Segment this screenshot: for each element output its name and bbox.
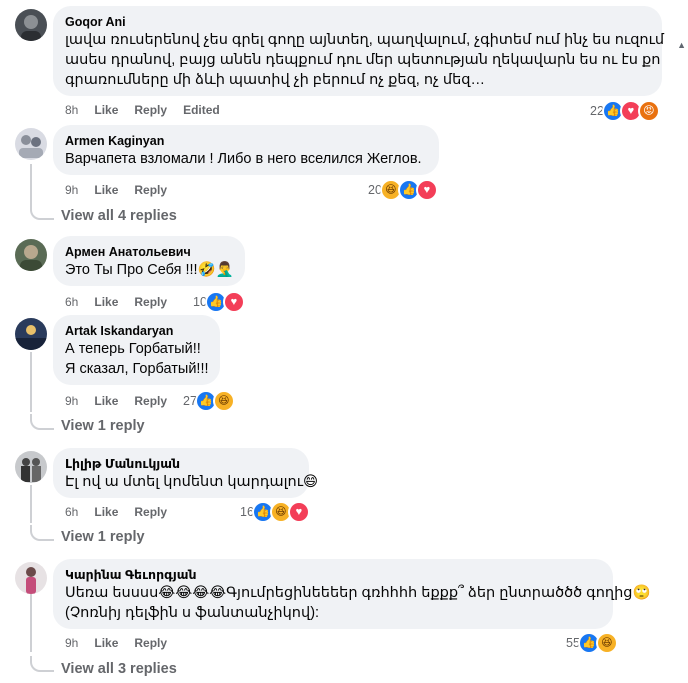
like-button[interactable]: Like <box>94 182 118 198</box>
comment-actions: 8h Like Reply Edited <box>65 102 236 118</box>
comment-text: Варчапета взломали ! Либо в него вселилс… <box>65 149 427 169</box>
reactions-summary[interactable]: 55 👍 😆 <box>566 632 618 654</box>
comment-text-line: А теперь Горбатый!! <box>65 341 201 357</box>
reply-button[interactable]: Reply <box>134 102 167 118</box>
like-button[interactable]: Like <box>94 393 118 409</box>
view-replies-link[interactable]: View 1 reply <box>61 418 145 434</box>
reactions-summary[interactable]: 10 👍 ♥ <box>193 291 245 313</box>
comment-author[interactable]: Goqor Ani <box>65 14 650 30</box>
comment-bubble: Լիլիթ Մանուկյան Էլ ով ա մտել կոմենտ կարդ… <box>53 448 319 498</box>
comment-time[interactable]: 8h <box>65 102 78 118</box>
comment-text-line: Это Ты Про Себя !!!🤣🤦‍♂️ <box>65 262 234 278</box>
avatar[interactable] <box>15 451 47 483</box>
comment-text-line: ասես դրանով, բայց անեն դեպքում դու մեր պ… <box>65 52 661 68</box>
reply-button[interactable]: Reply <box>134 393 167 409</box>
avatar[interactable] <box>15 562 47 594</box>
scroll-up-arrow-icon[interactable]: ▲ <box>677 40 686 50</box>
comment-text-line: Սեռա եսսսս😂😂😂😂Գյումրեցինեեեեր գռհհհհ եքք… <box>65 585 651 601</box>
view-replies-link[interactable]: View 1 reply <box>61 529 145 545</box>
comment-text: А теперь Горбатый!! Я сказал, Горбатый!!… <box>65 339 209 379</box>
thread-connector <box>30 204 54 220</box>
comment-time[interactable]: 9h <box>65 635 78 651</box>
comment-actions: 6h Like Reply <box>65 504 183 520</box>
reply-button[interactable]: Reply <box>134 182 167 198</box>
view-replies-link[interactable]: View all 3 replies <box>61 661 177 677</box>
comment-time[interactable]: 9h <box>65 182 78 198</box>
haha-reaction-icon: 😆 <box>212 390 235 412</box>
like-button[interactable]: Like <box>94 504 118 520</box>
comment-text-line: Էլ ով ա մտել կոմենտ կարդալու😄 <box>65 474 319 490</box>
avatar[interactable] <box>15 318 47 350</box>
comment-text: Սեռա եսսսս😂😂😂😂Գյումրեցինեեեեր գռհհհհ եքք… <box>65 583 651 623</box>
comment-author[interactable]: Armen Kaginyan <box>65 133 427 149</box>
comment-bubble: Կարինա Գեւորգյան Սեռա եսսսս😂😂😂😂Գյումրեցի… <box>53 559 651 629</box>
comment-text-line: Варчапета взломали ! Либо в него вселилс… <box>65 151 422 167</box>
reactions-summary[interactable]: 16 👍 😆 ♥ <box>240 501 310 523</box>
comment-text-line: (Չոռնիյ դելֆին ս ֆանտանչիկով): <box>65 605 320 621</box>
avatar[interactable] <box>15 239 47 271</box>
comment-text-line: լավա ռուսերենով չես գրել գողը այնտեղ, պա… <box>65 32 665 48</box>
reply-button[interactable]: Reply <box>134 504 167 520</box>
thread-line <box>30 485 32 523</box>
comment-author[interactable]: Армен Анатольевич <box>65 244 233 260</box>
comment-text: Էլ ով ա մտել կոմենտ կարդալու😄 <box>65 472 319 492</box>
comment-bubble: Armen Kaginyan Варчапета взломали ! Либо… <box>53 125 439 175</box>
comment-time[interactable]: 6h <box>65 294 78 310</box>
love-reaction-icon: ♥ <box>287 501 310 523</box>
comment-actions: 9h Like Reply <box>65 635 183 651</box>
comment-actions: 9h Like Reply <box>65 393 183 409</box>
reply-button[interactable]: Reply <box>134 294 167 310</box>
thread-line <box>30 594 32 652</box>
comment-actions: 9h Like Reply <box>65 182 183 198</box>
love-reaction-icon: ♥ <box>415 179 438 201</box>
thread-connector <box>30 525 54 541</box>
thread-line <box>30 352 32 412</box>
reactions-summary[interactable]: 27 👍 😆 <box>183 390 235 412</box>
comment-text: Это Ты Про Себя !!!🤣🤦‍♂️ <box>65 260 234 280</box>
comment-bubble: Artak Iskandaryan А теперь Горбатый!! Я … <box>53 315 220 385</box>
comment-bubble: Goqor Ani լավա ռուսերենով չես գրել գողը … <box>53 6 665 96</box>
view-replies-link[interactable]: View all 4 replies <box>61 208 177 224</box>
thread-line <box>30 164 32 208</box>
love-reaction-icon: ♥ <box>222 291 245 313</box>
comment-author[interactable]: Կարինա Գեւորգյան <box>65 567 601 583</box>
comment-text-line: գրառումները մի ձևի պատիվ չի բերում ոչ քե… <box>65 72 485 88</box>
reactions-summary[interactable]: 20 😆 👍 ♥ <box>368 179 438 201</box>
edited-label[interactable]: Edited <box>183 102 220 118</box>
avatar[interactable] <box>15 128 47 160</box>
comment-author[interactable]: Լիլիթ Մանուկյան <box>65 456 297 472</box>
comment-time[interactable]: 6h <box>65 504 78 520</box>
comment-author[interactable]: Artak Iskandaryan <box>65 323 208 339</box>
thread-connector <box>30 414 54 430</box>
comment-text-line: Я сказал, Горбатый!!! <box>65 361 209 377</box>
haha-reaction-icon: 😆 <box>595 632 618 654</box>
comment-text: լավա ռուսերենով չես գրել գողը այնտեղ, պա… <box>65 30 665 90</box>
reply-button[interactable]: Reply <box>134 635 167 651</box>
comment-bubble: Армен Анатольевич Это Ты Про Себя !!!🤣🤦‍… <box>53 236 245 286</box>
like-button[interactable]: Like <box>94 102 118 118</box>
reactions-summary[interactable]: 22 👍 ♥ 😡 <box>590 100 660 122</box>
avatar[interactable] <box>15 9 47 41</box>
comment-actions: 6h Like Reply <box>65 294 183 310</box>
like-button[interactable]: Like <box>94 294 118 310</box>
comment-time[interactable]: 9h <box>65 393 78 409</box>
like-button[interactable]: Like <box>94 635 118 651</box>
angry-reaction-icon: 😡 <box>637 100 660 122</box>
thread-connector <box>30 656 54 672</box>
